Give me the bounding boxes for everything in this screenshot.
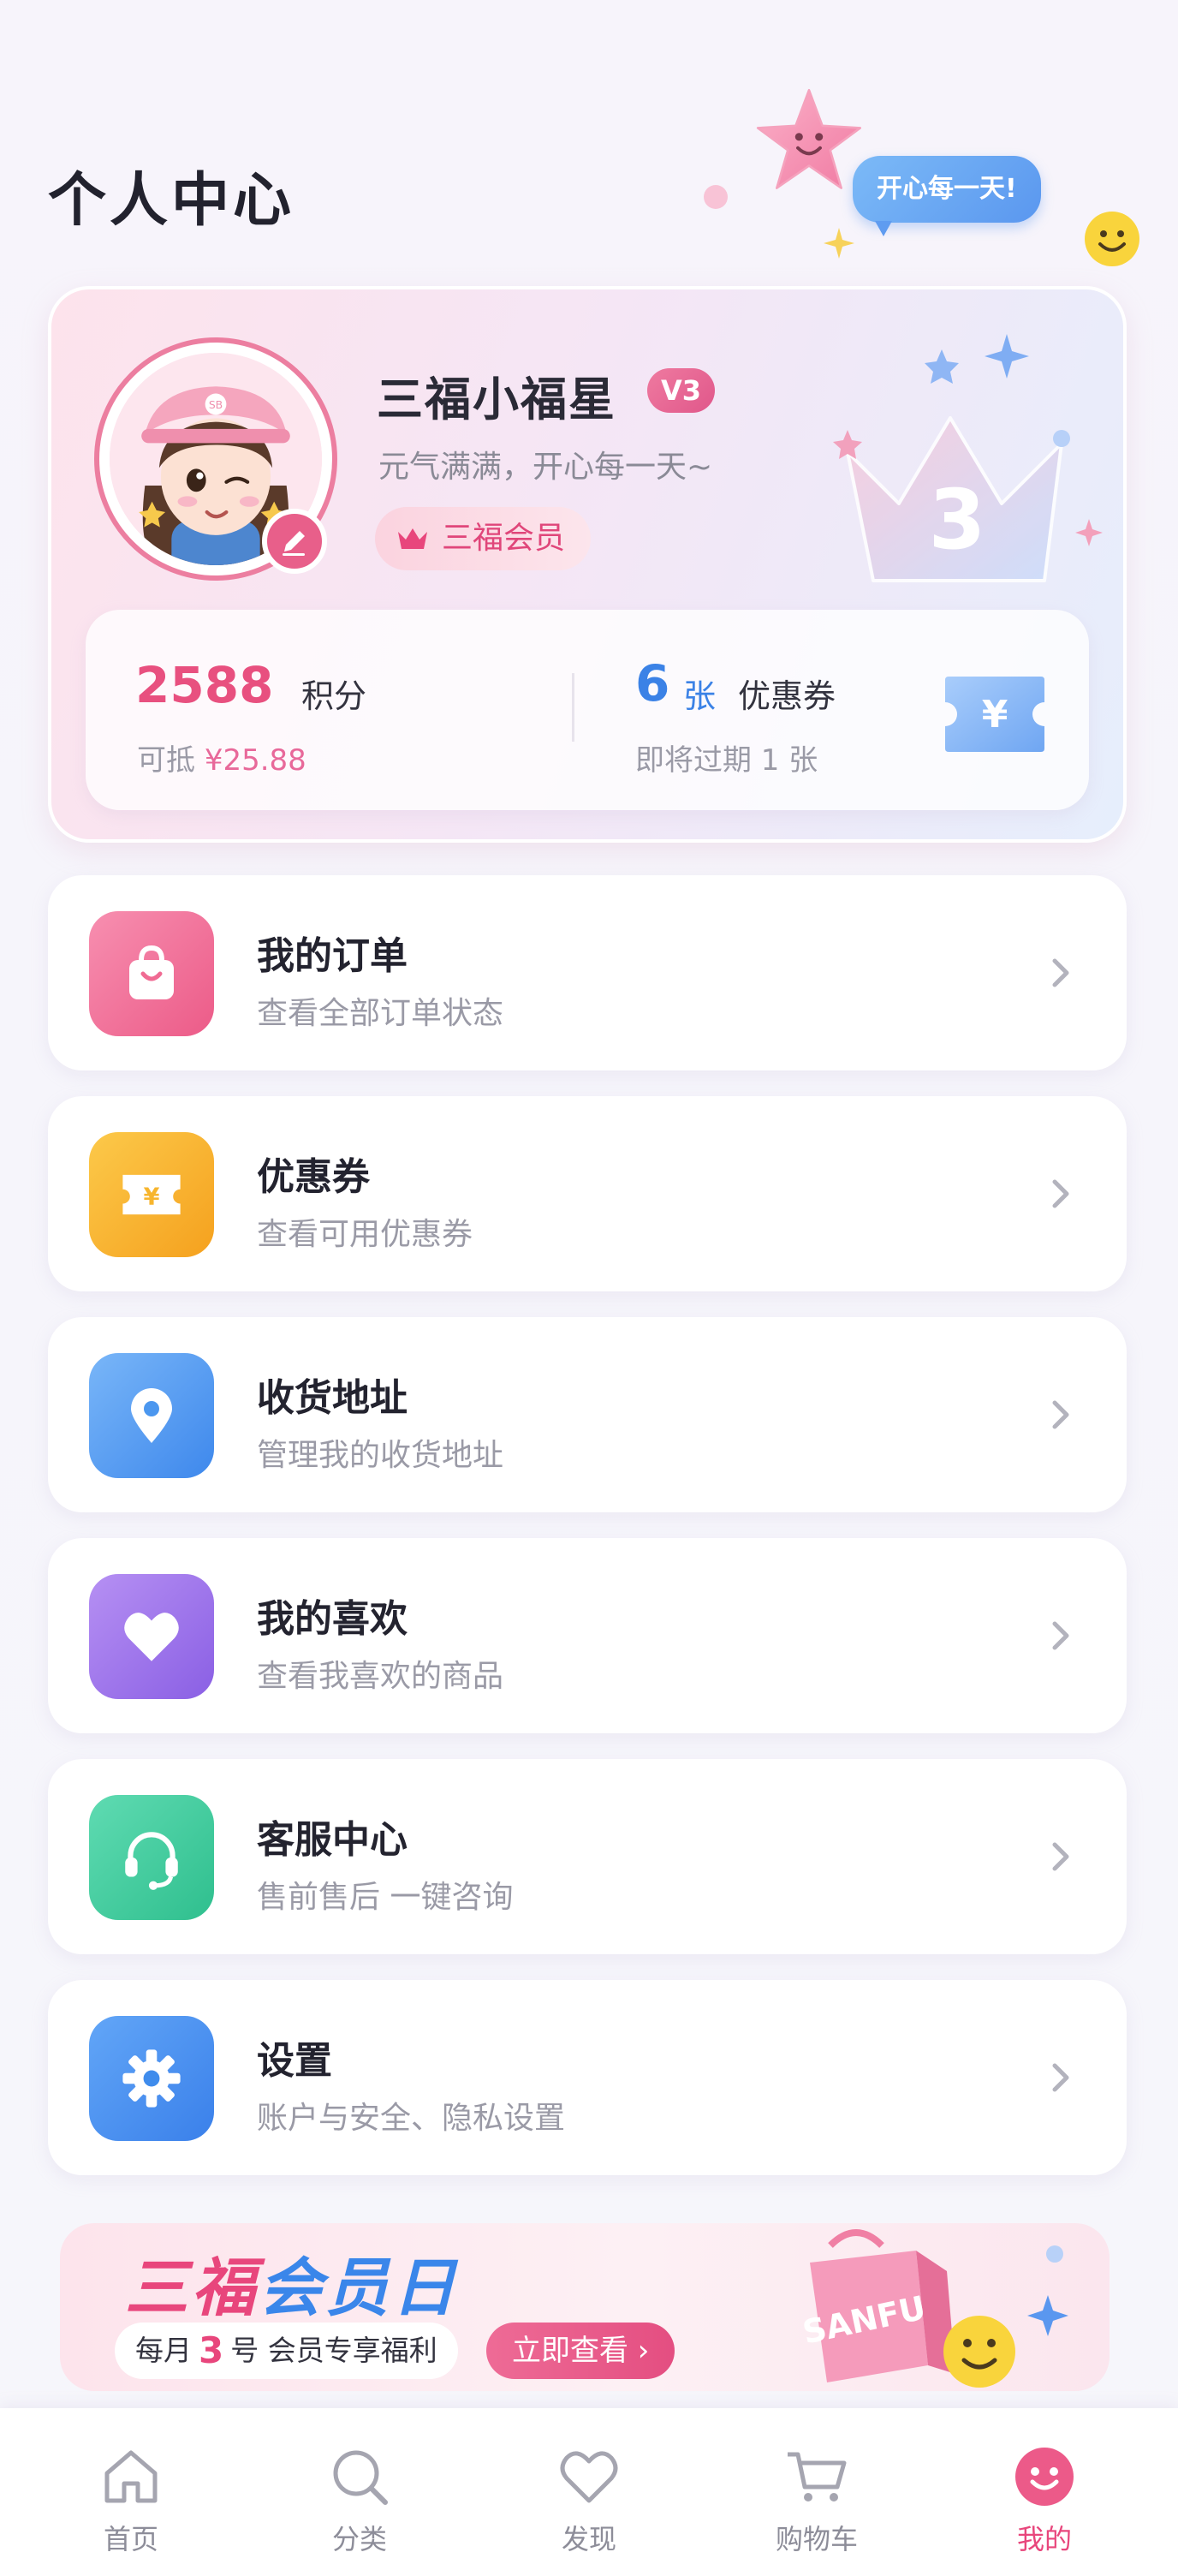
- ticket-icon[interactable]: ¥: [942, 673, 1048, 755]
- user-motto: 元气满满，开心每一天~: [378, 450, 713, 485]
- svg-text:SB: SB: [209, 398, 223, 411]
- coupon-icon: ¥: [89, 1132, 214, 1257]
- chevron-right-icon: [1052, 1621, 1069, 1650]
- svg-text:¥: ¥: [982, 693, 1008, 736]
- headset-icon: [89, 1795, 214, 1920]
- member-label: 三福会员: [442, 521, 566, 556]
- bottom-tab-bar: 首页 分类 发现 购物车 我的: [0, 2408, 1178, 2576]
- menu-item-my-orders[interactable]: 我的订单查看全部订单状态: [48, 875, 1127, 1070]
- level-badge: V3: [647, 368, 716, 413]
- menu-item-settings[interactable]: 设置账户与安全、隐私设置: [48, 1980, 1127, 2175]
- coupon-count[interactable]: 6: [635, 654, 669, 713]
- speech-bubble: 开心每一天!: [853, 156, 1041, 236]
- smiley-icon: [1015, 2448, 1074, 2506]
- coupon-expiring: 即将过期 1 张: [635, 743, 818, 778]
- coupon-unit: 张: [683, 677, 717, 715]
- menu-item-subtitle: 管理我的收货地址: [257, 1438, 504, 1473]
- smiley-icon: [1085, 212, 1139, 266]
- crown-level-decoration: 3: [833, 334, 1103, 582]
- heart-outline-icon: [560, 2451, 618, 2503]
- chevron-right-icon: [1052, 1842, 1069, 1871]
- stats-divider: [572, 673, 574, 742]
- menu-item-my-favorites[interactable]: 我的喜欢查看我喜欢的商品: [48, 1538, 1127, 1733]
- decorative-dot: [704, 185, 728, 209]
- menu-item-subtitle: 账户与安全、隐私设置: [257, 2101, 566, 2136]
- tab-mine[interactable]: 我的: [967, 2442, 1121, 2562]
- profile-card: SB 三福小福星 V3 元气满满，开心每一天~ 三福会员 3 2588 积分 可…: [48, 286, 1127, 843]
- menu-item-subtitle: 售前售后 一键咨询: [257, 1880, 514, 1915]
- menu-item-customer-service[interactable]: 客服中心售前售后 一键咨询: [48, 1759, 1127, 1954]
- cart-icon: [788, 2452, 847, 2501]
- banner-subtitle: 每月 3 号 会员专享福利: [115, 2323, 458, 2379]
- home-icon: [104, 2450, 158, 2503]
- stats-panel: 2588 积分 可抵 ¥25.88 6 张 优惠券 即将过期 1 张 ¥: [86, 610, 1089, 810]
- pencil-icon: [283, 531, 305, 556]
- search-icon: [333, 2450, 388, 2505]
- crown-icon: [398, 528, 427, 549]
- user-name: 三福小福星: [377, 373, 616, 426]
- banner-title: 三福会员日: [125, 2251, 459, 2325]
- edit-avatar-button[interactable]: [262, 509, 327, 574]
- menu-item-subtitle: 查看全部订单状态: [257, 996, 504, 1031]
- points-value[interactable]: 2588: [135, 656, 273, 714]
- shopping-bag-decoration: SANFU: [800, 2229, 1068, 2388]
- view-now-button[interactable]: 立即查看 ›: [486, 2323, 675, 2379]
- menu-item-title: 优惠券: [257, 1155, 370, 1199]
- menu-item-title: 设置: [257, 2039, 332, 2083]
- tab-category[interactable]: 分类: [283, 2442, 437, 2562]
- tab-home[interactable]: 首页: [54, 2442, 208, 2562]
- chevron-right-icon: [1052, 1400, 1069, 1429]
- sparkle-icon: [824, 228, 854, 259]
- chevron-right-icon: [1052, 958, 1069, 987]
- points-label: 积分: [301, 677, 367, 715]
- chevron-right-icon: [1052, 2063, 1069, 2092]
- shopping-bag-icon: [89, 911, 214, 1036]
- chevron-right-icon: [1052, 1179, 1069, 1208]
- svg-text:3: 3: [929, 472, 986, 568]
- location-pin-icon: [89, 1353, 214, 1478]
- gear-icon: [89, 2016, 214, 2141]
- menu-item-title: 我的订单: [257, 934, 408, 978]
- coupon-label: 优惠券: [738, 677, 836, 715]
- points-deduct: 可抵 ¥25.88: [137, 743, 306, 778]
- svg-text:¥: ¥: [144, 1184, 160, 1211]
- member-day-banner[interactable]: 三福会员日 每月 3 号 会员专享福利 立即查看 › SANFU: [60, 2223, 1110, 2391]
- menu-item-shipping-address[interactable]: 收货地址管理我的收货地址: [48, 1317, 1127, 1512]
- menu-item-title: 收货地址: [257, 1376, 408, 1420]
- member-badge[interactable]: 三福会员: [375, 507, 592, 570]
- menu-item-subtitle: 查看我喜欢的商品: [257, 1659, 504, 1694]
- page-title: 个人中心: [48, 167, 295, 235]
- tab-cart[interactable]: 购物车: [740, 2442, 894, 2562]
- menu-item-subtitle: 查看可用优惠券: [257, 1217, 473, 1252]
- tab-discover[interactable]: 发现: [512, 2442, 666, 2562]
- smiling-star-icon: [756, 88, 862, 189]
- menu-item-coupons[interactable]: ¥ 优惠券查看可用优惠券: [48, 1096, 1127, 1291]
- menu-item-title: 我的喜欢: [257, 1597, 408, 1641]
- heart-icon: [89, 1574, 214, 1699]
- menu-item-title: 客服中心: [257, 1818, 408, 1862]
